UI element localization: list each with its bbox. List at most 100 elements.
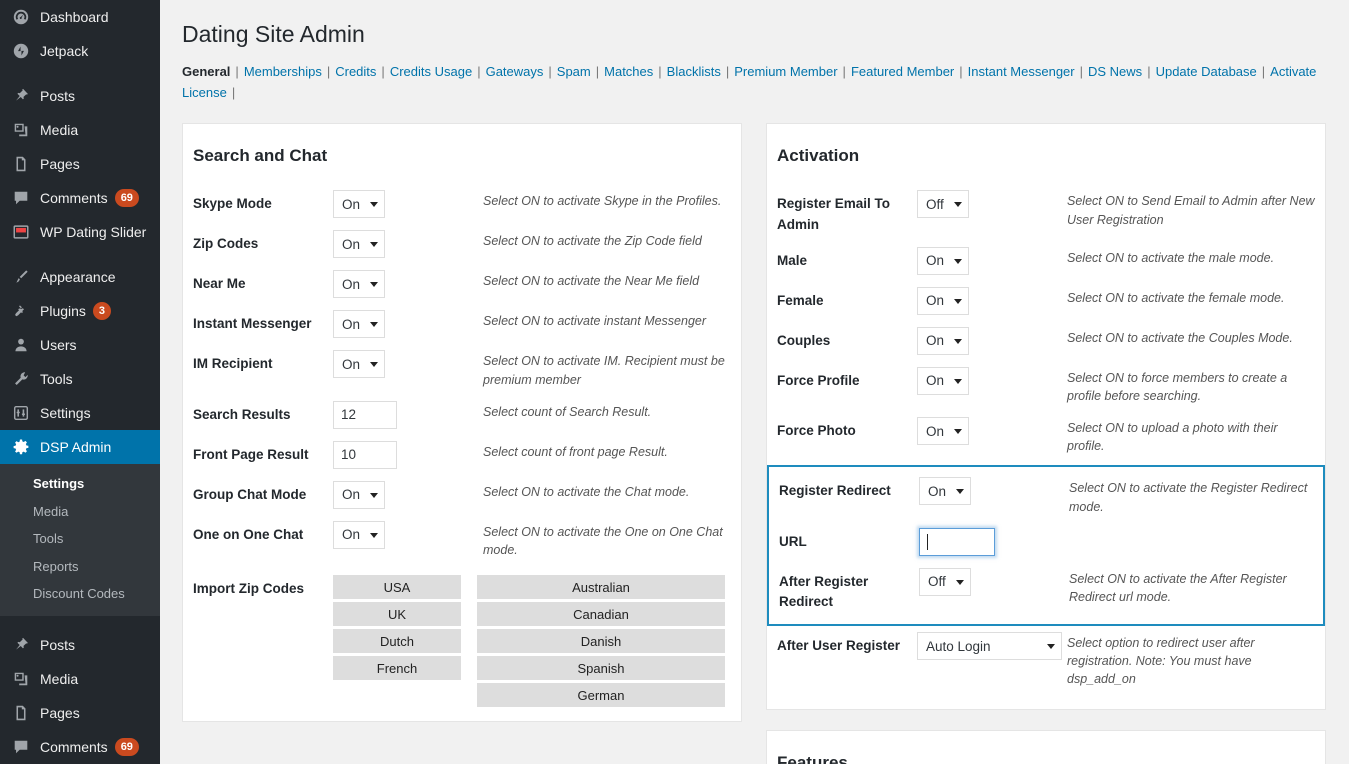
setting-control-skype-mode: OnOff — [333, 190, 483, 219]
settings-icon — [11, 403, 31, 423]
media-icon — [11, 120, 31, 140]
sidebar-item-jetpack[interactable]: Jetpack — [0, 34, 160, 68]
setting-label-force-profile: Force Profile — [777, 372, 860, 388]
select-male[interactable]: OnOff — [917, 246, 969, 275]
tab-separator: | — [1079, 63, 1083, 79]
sidebar-item-appearance[interactable]: Appearance — [0, 260, 160, 294]
zip-buttons-column-b: Australian Canadian Danish Spanish German — [477, 574, 725, 707]
zip-import-button-usa[interactable]: USA — [333, 574, 461, 599]
sidebar-item-label: Media — [40, 671, 79, 687]
sidebar-item-dashboard[interactable]: Dashboard — [0, 0, 160, 34]
sidebar-item-pages-duplicate[interactable]: Pages — [0, 696, 160, 730]
select-group-chat-mode[interactable]: OnOff — [333, 480, 385, 509]
setting-control-couples: OnOff — [917, 326, 1067, 355]
tab-gateways[interactable]: Gateways — [486, 64, 544, 79]
select-register-email-to-admin[interactable]: OnOff — [917, 190, 969, 219]
search-and-chat-rows: Skype Mode OnOff Select ON to activate Sky… — [193, 184, 731, 565]
jetpack-icon — [11, 41, 31, 61]
select-after-register-redirect[interactable]: OnOff — [919, 567, 971, 596]
setting-label-after-register-redirect: After Register Redirect — [779, 573, 869, 609]
tab-matches[interactable]: Matches — [604, 64, 653, 79]
select-im-recipient[interactable]: OnOff — [333, 350, 385, 379]
select-near-me[interactable]: OnOff — [333, 270, 385, 299]
zip-import-button-german[interactable]: German — [477, 682, 725, 707]
tab-premium-member[interactable]: Premium Member — [734, 64, 837, 79]
sidebar-item-pages[interactable]: Pages — [0, 147, 160, 181]
tab-general[interactable]: General — [182, 64, 230, 79]
zip-import-button-danish[interactable]: Danish — [477, 628, 725, 653]
brush-icon — [11, 267, 31, 287]
zip-import-button-australian[interactable]: Australian — [477, 574, 725, 599]
select-instant-messenger[interactable]: OnOff — [333, 310, 385, 339]
tab-blacklists[interactable]: Blacklists — [667, 64, 721, 79]
tab-update-database[interactable]: Update Database — [1156, 64, 1257, 79]
tab-memberships[interactable]: Memberships — [244, 64, 322, 79]
select-one-on-one-chat[interactable]: OnOff — [333, 520, 385, 549]
tab-separator: | — [235, 63, 239, 79]
select-force-profile[interactable]: OnOff — [917, 366, 969, 395]
select-register-redirect[interactable]: OnOff — [919, 477, 971, 506]
tab-ds-news[interactable]: DS News — [1088, 64, 1142, 79]
sidebar-item-settings[interactable]: Settings — [0, 396, 160, 430]
sidebar-item-tools[interactable]: Tools — [0, 362, 160, 396]
setting-help-register-redirect: Select ON to activate the Register Redir… — [1069, 481, 1308, 514]
focused-input-wrapper — [919, 527, 995, 556]
dropdown-wrapper: OnOff — [917, 326, 969, 355]
dropdown-wrapper: OnOff — [917, 417, 969, 446]
submenu-item-discount-codes[interactable]: Discount Codes — [0, 580, 160, 608]
sidebar-item-dsp-admin[interactable]: DSP Admin — [0, 430, 160, 464]
setting-help-skype-mode: Select ON to activate Skype in the Profi… — [483, 194, 722, 209]
select-skype-mode[interactable]: OnOff — [333, 190, 385, 219]
setting-help-group-chat-mode: Select ON to activate the Chat mode. — [483, 484, 690, 499]
submenu-item-settings[interactable]: Settings — [0, 470, 160, 498]
sidebar-item-label: Posts — [40, 637, 76, 653]
tab-spam[interactable]: Spam — [557, 64, 591, 79]
sidebar-item-wp-dating-slider[interactable]: WP Dating Slider — [0, 215, 160, 249]
settings-tab-bar: General | Memberships | Credits | Credits Usag… — [182, 62, 1332, 112]
select-zip-codes[interactable]: OnOff — [333, 230, 385, 259]
select-after-user-register[interactable]: Auto LoginLogin PageHome Page — [917, 632, 1062, 661]
setting-control-register-email-to-admin: OnOff — [917, 190, 1067, 219]
submenu-item-reports[interactable]: Reports — [0, 553, 160, 581]
zip-import-button-uk[interactable]: UK — [333, 601, 461, 626]
submenu-item-media[interactable]: Media — [0, 498, 160, 526]
activation-title: Activation — [777, 146, 860, 166]
sidebar-item-media[interactable]: Media — [0, 113, 160, 147]
submenu-item-tools[interactable]: Tools — [0, 525, 160, 553]
pages-icon — [11, 154, 31, 174]
user-icon — [11, 335, 31, 355]
sidebar-item-posts[interactable]: Posts — [0, 79, 160, 113]
tab-credits[interactable]: Credits — [335, 64, 376, 79]
media-icon — [11, 669, 31, 689]
input-front-page-result[interactable] — [333, 440, 397, 469]
zip-import-button-spanish[interactable]: Spanish — [477, 655, 725, 680]
setting-label-register-email-to-admin: Register Email To Admin — [777, 196, 891, 232]
setting-label-zip-codes: Zip Codes — [193, 236, 259, 252]
select-force-photo[interactable]: OnOff — [917, 417, 969, 446]
input-url[interactable] — [919, 527, 995, 556]
input-search-results[interactable] — [333, 400, 397, 429]
tab-instant-messenger[interactable]: Instant Messenger — [968, 64, 1075, 79]
sidebar-item-users[interactable]: Users — [0, 328, 160, 362]
sidebar-item-label: Dashboard — [40, 9, 109, 25]
zip-import-button-canadian[interactable]: Canadian — [477, 601, 725, 626]
zip-import-button-dutch[interactable]: Dutch — [333, 628, 461, 653]
pin-icon — [11, 86, 31, 106]
tab-featured-member[interactable]: Featured Member — [851, 64, 954, 79]
zip-import-button-french[interactable]: French — [333, 655, 461, 680]
sidebar-item-badge: 3 — [92, 302, 112, 320]
tab-credits-usage[interactable]: Credits Usage — [390, 64, 472, 79]
sidebar-item-comments[interactable]: Comments 69 — [0, 181, 160, 215]
sidebar-item-label: Comments — [40, 190, 108, 206]
setting-row-force-photo: Force Photo OnOff Select ON to upload a ph… — [777, 411, 1315, 461]
tab-separator: | — [595, 63, 600, 79]
dropdown-wrapper: OnOff — [333, 480, 385, 509]
sidebar-item-posts-duplicate[interactable]: Posts — [0, 628, 160, 662]
sidebar-item-plugins[interactable]: Plugins 3 — [0, 294, 160, 328]
select-female[interactable]: OnOff — [917, 286, 969, 315]
sidebar-item-comments-duplicate[interactable]: Comments 69 — [0, 730, 160, 764]
sidebar-item-label: DSP Admin — [40, 439, 112, 455]
select-couples[interactable]: OnOff — [917, 326, 969, 355]
sidebar-item-media-duplicate[interactable]: Media — [0, 662, 160, 696]
setting-control-search-results — [333, 400, 483, 429]
